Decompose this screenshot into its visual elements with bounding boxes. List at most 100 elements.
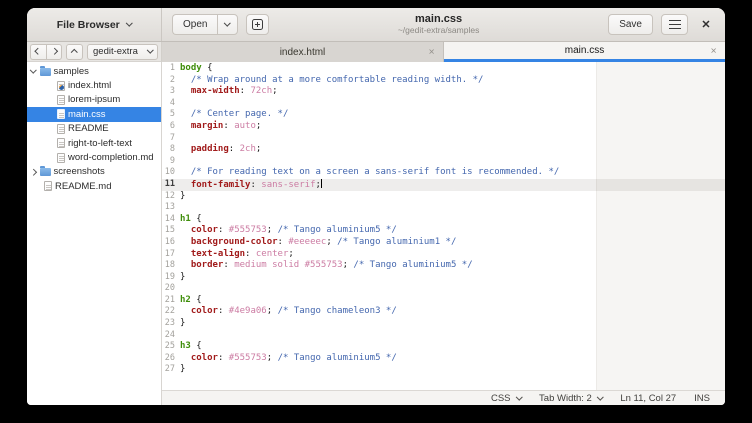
back-button[interactable]: [30, 44, 46, 60]
header-sidebar-section: File Browser: [27, 8, 162, 41]
toolbar-row: gedit-extra index.html main.css: [27, 42, 725, 62]
file-item-index.html[interactable]: index.html: [27, 78, 161, 92]
file-browser-label: File Browser: [57, 19, 120, 31]
code-line: 19}: [162, 272, 725, 284]
file-item-word-completion.md[interactable]: word-completion.md: [27, 150, 161, 164]
text-file-icon: [57, 124, 65, 134]
main-area: samples index.html lorem-ipsum main.css READ…: [27, 62, 725, 405]
markdown-file-icon: [57, 153, 65, 163]
line-text: /* Wrap around at a more comfortable rea…: [180, 75, 483, 87]
line-text: }: [180, 191, 185, 203]
location-dropdown[interactable]: gedit-extra: [87, 44, 158, 60]
line-number: 15: [162, 225, 178, 237]
folder-icon: [40, 168, 51, 176]
open-split-button: Open: [172, 14, 238, 35]
file-label: samples: [54, 66, 89, 77]
line-number: 5: [162, 109, 178, 121]
code-line: 20: [162, 283, 725, 295]
tab-label: main.css: [565, 45, 604, 56]
history-nav-group: [30, 44, 62, 60]
line-number: 27: [162, 364, 178, 376]
line-text: h1 {: [180, 214, 202, 226]
chevron-up-icon: [71, 50, 77, 56]
hamburger-icon: [669, 20, 681, 22]
tab-label: index.html: [280, 47, 326, 58]
code-line: 15 color: #555753; /* Tango aluminium5 *…: [162, 225, 725, 237]
new-tab-button[interactable]: [246, 14, 269, 35]
open-button[interactable]: Open: [172, 14, 217, 35]
code-line: 8 padding: 2ch;: [162, 144, 725, 156]
tab-close-icon[interactable]: [428, 48, 435, 57]
code-line: 26 color: #555753; /* Tango aluminium5 *…: [162, 353, 725, 365]
code-line: 13: [162, 202, 725, 214]
code-line: 27}: [162, 364, 725, 376]
line-text: max-width: 72ch;: [180, 86, 278, 98]
line-text: }: [180, 318, 185, 330]
line-number: 25: [162, 341, 178, 353]
file-browser-toggle[interactable]: File Browser: [51, 16, 138, 34]
line-text: color: #4e9a06; /* Tango chameleon3 */: [180, 306, 397, 318]
save-button[interactable]: Save: [608, 14, 653, 35]
code-line: 4: [162, 98, 725, 110]
cursor-position: Ln 11, Col 27: [611, 393, 685, 404]
line-text: border: medium solid #555753; /* Tango a…: [180, 260, 473, 272]
chevron-down-icon: [225, 20, 231, 26]
file-label: main.css: [68, 109, 105, 120]
editor-column: 1body {2 /* Wrap around at a more comfor…: [162, 62, 725, 405]
chevron-down-icon[interactable]: [30, 67, 36, 73]
window-close-button[interactable]: [694, 13, 718, 37]
forward-button[interactable]: [46, 44, 62, 60]
line-text: padding: 2ch;: [180, 144, 261, 156]
language-label: CSS: [491, 393, 511, 404]
tab-index.html[interactable]: index.html: [162, 42, 444, 62]
status-bar: CSS Tab Width: 2 Ln 11, Col 27 INS: [162, 390, 725, 405]
text-cursor: [321, 179, 322, 189]
tab-width-selector[interactable]: Tab Width: 2: [530, 393, 611, 404]
file-label: right-to-left-text: [68, 138, 132, 149]
new-tab-icon: [252, 19, 263, 30]
up-directory-button[interactable]: [66, 44, 83, 60]
line-text: /* For reading text on a screen a sans-s…: [180, 167, 559, 179]
text-file-icon: [57, 138, 65, 148]
line-text: margin: auto;: [180, 121, 261, 133]
code-line: 24: [162, 330, 725, 342]
line-text: h3 {: [180, 341, 202, 353]
chevron-right-icon[interactable]: [30, 169, 36, 175]
line-number: 14: [162, 214, 178, 226]
language-selector[interactable]: CSS: [482, 393, 530, 404]
file-item-screenshots[interactable]: screenshots: [27, 165, 161, 179]
code-line: 11 font-family: sans-serif;: [162, 179, 725, 191]
tab-bar: index.html main.css: [162, 42, 725, 62]
file-label: word-completion.md: [68, 152, 154, 163]
file-browser-panel: samples index.html lorem-ipsum main.css READ…: [27, 62, 162, 405]
file-item-README[interactable]: README: [27, 122, 161, 136]
code-line: 17 text-align: center;: [162, 249, 725, 261]
code-line: 2 /* Wrap around at a more comfortable r…: [162, 75, 725, 87]
line-number: 7: [162, 133, 178, 145]
cursor-position-label: Ln 11, Col 27: [620, 393, 676, 404]
open-recent-dropdown[interactable]: [217, 14, 238, 35]
line-number: 12: [162, 191, 178, 203]
line-number: 3: [162, 86, 178, 98]
code-line: 6 margin: auto;: [162, 121, 725, 133]
chevron-right-icon: [51, 48, 57, 54]
line-number: 4: [162, 98, 178, 110]
file-item-README.md[interactable]: README.md: [27, 179, 161, 193]
file-label: README: [68, 123, 109, 134]
line-number: 17: [162, 249, 178, 261]
header-bar: File Browser Open main.css ~/gedit-extra…: [27, 8, 725, 42]
file-item-lorem-ipsum[interactable]: lorem-ipsum: [27, 93, 161, 107]
tab-close-icon[interactable]: [710, 46, 717, 55]
line-number: 19: [162, 272, 178, 284]
text-editor[interactable]: 1body {2 /* Wrap around at a more comfor…: [162, 62, 725, 390]
file-item-samples[interactable]: samples: [27, 64, 161, 78]
menu-button[interactable]: [661, 14, 688, 35]
file-item-right-to-left-text[interactable]: right-to-left-text: [27, 136, 161, 150]
file-label: index.html: [68, 80, 111, 91]
tab-main.css[interactable]: main.css: [444, 42, 725, 62]
file-item-main.css[interactable]: main.css: [27, 107, 161, 121]
code-line: 25h3 {: [162, 341, 725, 353]
input-mode-label: INS: [694, 393, 710, 404]
code-line: 5 /* Center page. */: [162, 109, 725, 121]
chevron-down-icon: [147, 47, 153, 53]
